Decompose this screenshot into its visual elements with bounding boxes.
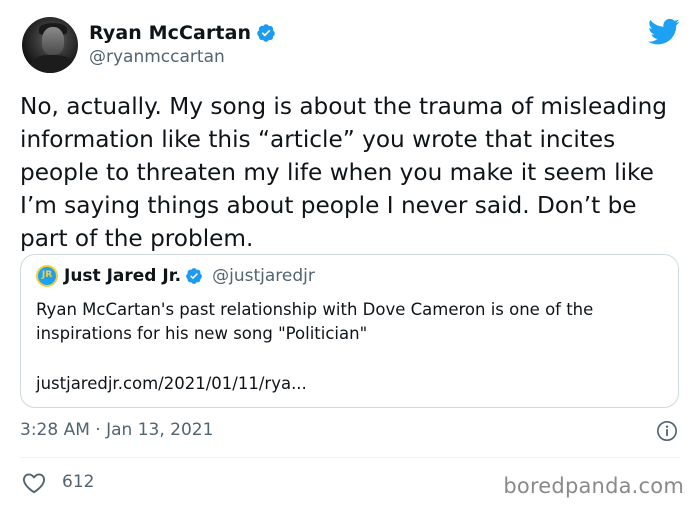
like-count: 612 [62,472,95,492]
quoted-tweet[interactable]: JR Just Jared Jr. @justjaredjr Ryan McCa… [20,254,679,408]
verified-badge-icon [257,24,275,42]
tweet-card: Ryan McCartan @ryanmccartan No, actually… [0,0,700,510]
quoted-avatar-text: JR [41,270,53,280]
info-icon[interactable] [656,420,678,442]
quoted-author-display-name[interactable]: Just Jared Jr. [64,266,181,286]
tweet-body-text: No, actually. My song is about the traum… [20,93,668,252]
quoted-author-handle[interactable]: @justjaredjr [212,266,315,286]
author-avatar[interactable] [22,17,78,73]
author-handle[interactable]: @ryanmccartan [89,47,225,67]
tweet-timestamp[interactable]: 3:28 AM · Jan 13, 2021 [20,420,213,440]
divider [20,457,680,458]
avatar-body [30,55,74,73]
twitter-bird-icon[interactable] [648,18,680,46]
quoted-tweet-header: JR Just Jared Jr. @justjaredjr [36,265,315,287]
quoted-tweet-link[interactable]: justjaredjr.com/2021/01/11/rya... [36,374,307,393]
author-name-row: Ryan McCartan [89,22,276,44]
heart-icon[interactable] [22,472,46,494]
verified-badge-icon [186,268,203,284]
quoted-tweet-text: Ryan McCartan's past relationship with D… [36,300,594,343]
quoted-author-avatar[interactable]: JR [36,265,58,287]
avatar-face [42,27,64,55]
watermark: boredpanda.com [503,474,684,498]
author-display-name[interactable]: Ryan McCartan [89,22,251,44]
